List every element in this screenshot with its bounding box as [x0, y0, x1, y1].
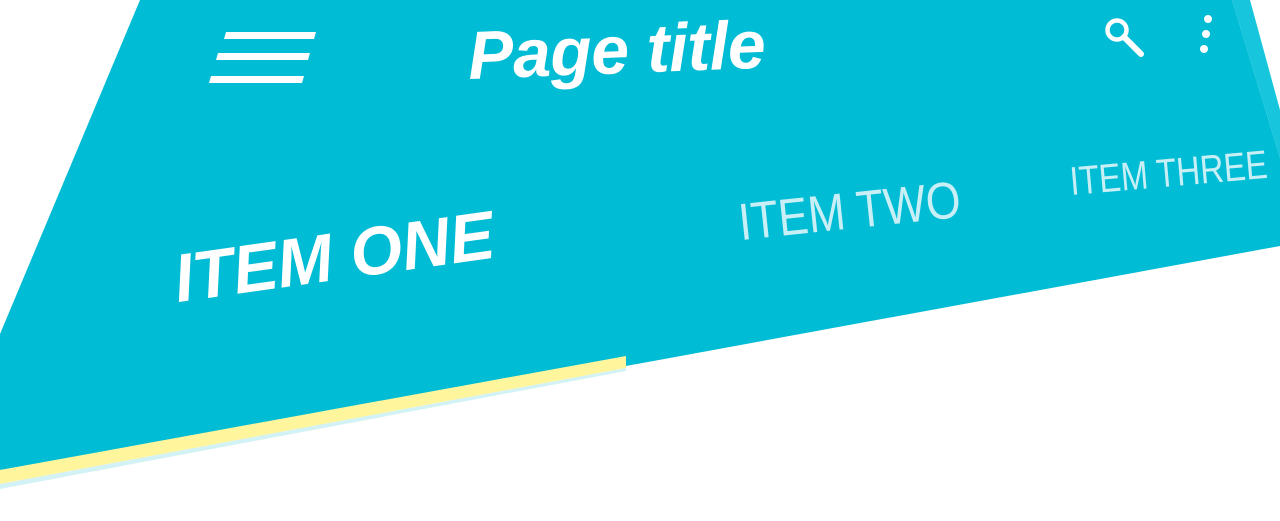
hamburger-menu-icon[interactable]: [206, 30, 318, 88]
page-title: Page title: [466, 6, 767, 94]
more-vertical-icon[interactable]: [1194, 12, 1218, 58]
search-icon[interactable]: [1100, 14, 1148, 60]
app-screen: Page title ITEM ONE ITEM TWO ITEM THREE: [0, 0, 1280, 521]
